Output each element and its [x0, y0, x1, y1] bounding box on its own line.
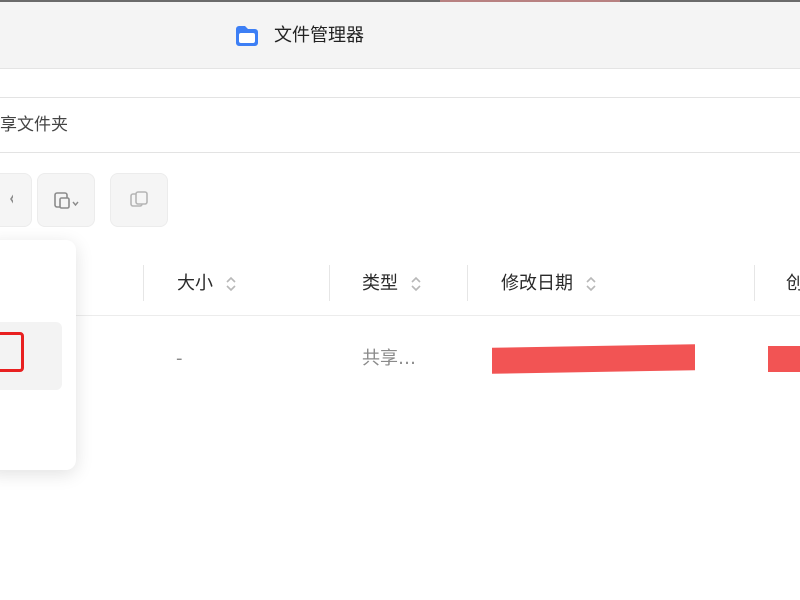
column-separator[interactable] [143, 265, 144, 301]
folder-icon [236, 26, 258, 46]
copy-icon [130, 191, 148, 207]
context-popup [0, 240, 76, 470]
toolbar-button-partial[interactable] [0, 173, 32, 227]
address-path: 享文件夹 [0, 115, 68, 135]
column-header-modified[interactable]: 修改日期 [501, 271, 597, 297]
column-separator[interactable] [467, 265, 468, 301]
sort-icon [226, 276, 236, 292]
window-title: 文件管理器 [274, 25, 364, 46]
paste-dropdown-icon [54, 192, 79, 209]
sort-icon [411, 276, 421, 292]
column-header-type[interactable]: 类型 [362, 271, 422, 297]
column-label: 创 [786, 273, 800, 294]
file-type: 共享… [362, 348, 416, 369]
column-header-size[interactable]: 大小 [177, 271, 237, 297]
column-label: 修改日期 [501, 273, 573, 294]
title-bar: 文件管理器 [0, 2, 800, 69]
table-header: 大小 类型 修改日期 创 [0, 253, 800, 316]
column-separator[interactable] [754, 265, 755, 301]
column-label: 大小 [177, 273, 213, 294]
sort-icon [586, 276, 596, 292]
file-size: - [176, 348, 183, 369]
redacted-created-date [768, 346, 800, 372]
highlight-box [0, 332, 24, 372]
column-separator[interactable] [329, 265, 330, 301]
address-bar[interactable]: 享文件夹 [0, 97, 800, 153]
paste-button[interactable] [37, 173, 95, 227]
copy-button[interactable] [110, 173, 168, 227]
table-row[interactable]: - 共享… [0, 316, 800, 400]
column-header-created[interactable]: 创 [786, 271, 800, 297]
redacted-modified-date [492, 344, 695, 374]
partial-icon [10, 194, 13, 204]
column-label: 类型 [362, 273, 398, 294]
